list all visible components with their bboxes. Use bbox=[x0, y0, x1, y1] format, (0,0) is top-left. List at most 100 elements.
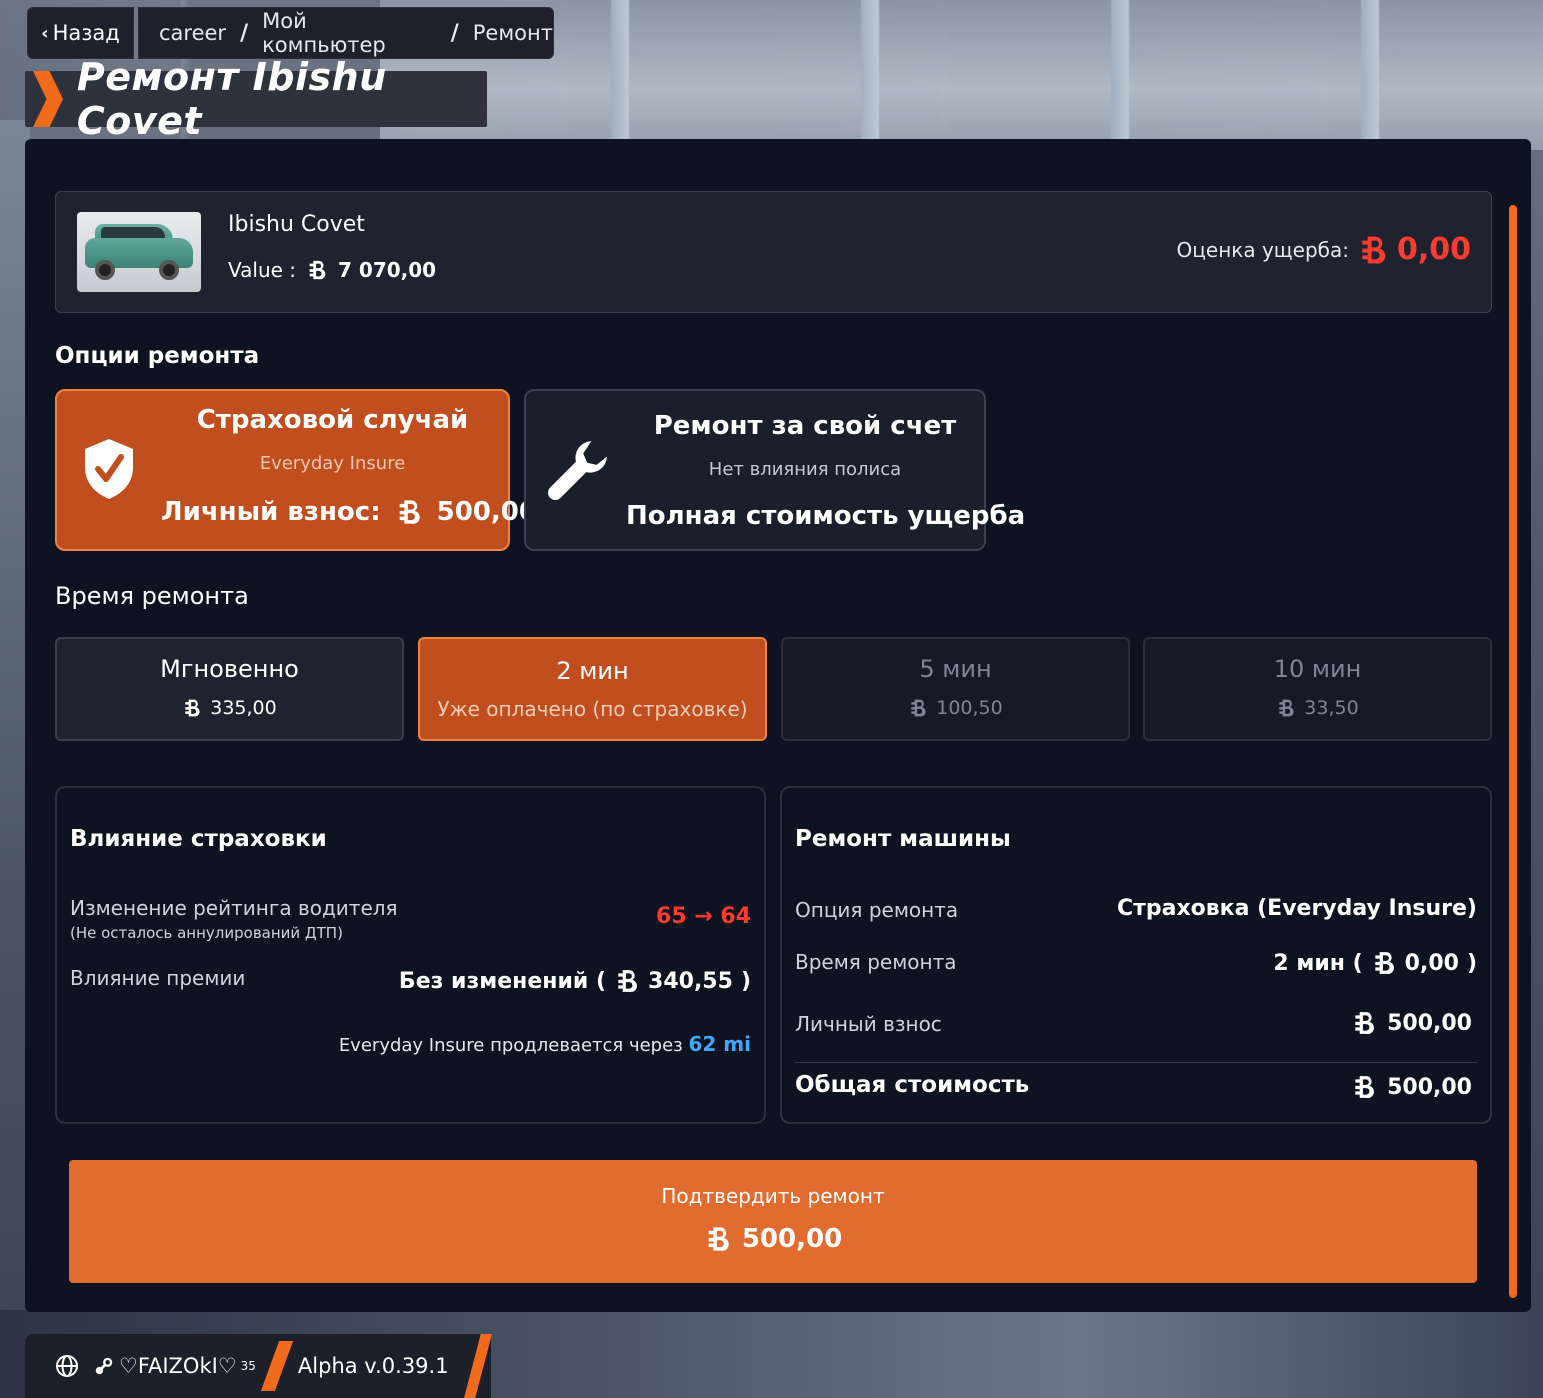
beamcoin-icon bbox=[708, 1227, 729, 1251]
rating-change-note: (Не осталось аннулирований ДТП) bbox=[70, 924, 343, 942]
beamcoin-icon bbox=[911, 699, 926, 717]
confirm-repair-label: Подтвердить ремонт bbox=[661, 1184, 885, 1208]
repair-option-label: Опция ремонта bbox=[795, 898, 959, 922]
option-self-title: Ремонт за свой счет bbox=[653, 411, 957, 441]
game-version: Alpha v.0.39.1 bbox=[297, 1354, 449, 1378]
scrollbar-thumb[interactable] bbox=[1509, 205, 1517, 1298]
beamcoin-icon bbox=[1374, 952, 1394, 975]
premium-impact-label: Влияние премии bbox=[70, 966, 246, 990]
vehicle-value: Value : 7 070,00 bbox=[228, 258, 436, 282]
page-title-bar: Ремонт Ibishu Covet bbox=[25, 55, 487, 143]
insurance-impact-box: Влияние страховки Изменение рейтинга вод… bbox=[55, 786, 766, 1124]
summary-divider bbox=[795, 1062, 1477, 1063]
time-option-10min: 10 мин 33,50 bbox=[1143, 637, 1492, 741]
confirm-repair-button[interactable]: Подтвердить ремонт 500,00 bbox=[69, 1160, 1477, 1283]
beamcoin-icon bbox=[1279, 699, 1294, 717]
damage-value: 0,00 bbox=[1396, 232, 1471, 267]
back-label: Назад bbox=[52, 21, 120, 45]
beamcoin-icon bbox=[1355, 1076, 1375, 1099]
option-insurance-cost-value: 500,00 bbox=[436, 497, 537, 527]
premium-impact-amount: 340,55 bbox=[648, 968, 733, 994]
beamcoin-icon bbox=[1362, 236, 1386, 264]
user-profile[interactable]: ♡FAIZOkI♡ 35 bbox=[93, 1354, 256, 1378]
globe-icon[interactable] bbox=[55, 1354, 79, 1378]
breadcrumb-separator: / bbox=[240, 20, 249, 46]
option-insurance-cost: Личный взнос: 500,00 bbox=[161, 497, 537, 527]
breadcrumb-item-career[interactable]: career bbox=[159, 21, 226, 45]
background-window bbox=[380, 0, 1543, 150]
premium-impact-prefix: Без изменений ( bbox=[398, 968, 607, 994]
time-option-5min: 5 мин 100,50 bbox=[781, 637, 1130, 741]
beamcoin-icon bbox=[1355, 1012, 1375, 1035]
repair-summary-box: Ремонт машины Опция ремонта Страховка (E… bbox=[780, 786, 1492, 1124]
confirm-repair-amount: 500,00 bbox=[69, 1224, 1477, 1254]
repair-time-prefix: 2 мин ( bbox=[1273, 950, 1363, 976]
policy-renewal-distance: 62 mi bbox=[688, 1032, 752, 1056]
option-insurance-cost-label: Личный взнос: bbox=[161, 497, 381, 527]
title-accent-icon bbox=[25, 71, 69, 127]
user-level: 35 bbox=[240, 1359, 256, 1373]
repair-time-value: 2 мин ( 0,00 ) bbox=[1273, 950, 1477, 976]
confirm-repair-amount-value: 500,00 bbox=[741, 1224, 843, 1254]
breadcrumb-separator: / bbox=[450, 20, 459, 46]
time-option-cost: 335,00 bbox=[57, 697, 402, 719]
damage-label: Оценка ущерба: bbox=[1176, 237, 1349, 262]
policy-renewal-text: Everyday Insure продлевается через bbox=[338, 1035, 683, 1056]
steam-icon bbox=[95, 1357, 113, 1375]
breadcrumb: career / Мой компьютер / Ремонт bbox=[138, 7, 554, 59]
repair-options-title: Опции ремонта bbox=[55, 343, 260, 369]
page-title: Ремонт Ibishu Covet bbox=[76, 55, 387, 143]
time-option-cost-value: 100,50 bbox=[936, 697, 1003, 719]
breadcrumb-item-computer[interactable]: Мой компьютер bbox=[262, 9, 437, 57]
username: ♡FAIZOkI♡ bbox=[119, 1354, 237, 1378]
deductible-value: 500,00 bbox=[1351, 1010, 1472, 1036]
option-self-subtitle: Нет влияния полиса bbox=[708, 459, 902, 480]
repair-summary-title: Ремонт машины bbox=[795, 826, 1011, 852]
damage-estimate: Оценка ущерба: 0,00 bbox=[1177, 232, 1471, 267]
beamcoin-icon bbox=[618, 970, 637, 993]
option-self-cost-label: Полная стоимость ущерба bbox=[626, 501, 1026, 531]
back-button[interactable]: ‹ Назад bbox=[27, 7, 134, 59]
repair-time-label: Время ремонта bbox=[795, 950, 957, 974]
option-insurance-title: Страховой случай bbox=[196, 405, 469, 435]
time-option-label: 10 мин bbox=[1273, 655, 1362, 683]
footer-bar: ♡FAIZOkI♡ 35 Alpha v.0.39.1 bbox=[25, 1334, 491, 1398]
beamcoin-icon bbox=[309, 260, 326, 280]
policy-renewal: Everyday Insure продлевается через 62 mi bbox=[339, 1032, 751, 1056]
time-option-note: Уже оплачено (по страховке) bbox=[437, 697, 748, 721]
vehicle-thumbnail bbox=[77, 212, 201, 292]
breadcrumb-item-repair: Ремонт bbox=[472, 21, 553, 45]
deductible-amount: 500,00 bbox=[1387, 1010, 1472, 1036]
shield-check-icon bbox=[85, 439, 133, 499]
time-option-label: Мгновенно bbox=[160, 655, 299, 683]
insurance-impact-title: Влияние страховки bbox=[70, 826, 327, 852]
time-option-cost: 100,50 bbox=[783, 697, 1128, 719]
time-option-cost: 33,50 bbox=[1145, 697, 1490, 719]
repair-option-value: Страховка (Everyday Insure) bbox=[1116, 896, 1477, 921]
footer-divider bbox=[260, 1341, 294, 1391]
rating-change-value: 65 → 64 bbox=[656, 904, 751, 929]
option-insurance[interactable]: Страховой случай Everyday Insure Личный … bbox=[55, 389, 537, 551]
deductible-label: Личный взнос bbox=[795, 1012, 942, 1036]
repair-time-suffix: ) bbox=[1466, 950, 1477, 976]
vehicle-value-label: Value : bbox=[228, 258, 297, 282]
premium-impact-suffix: ) bbox=[740, 968, 751, 994]
time-option-instant[interactable]: Мгновенно 335,00 bbox=[55, 637, 404, 741]
vehicle-value-amount: 7 070,00 bbox=[338, 258, 437, 282]
repair-time-amount: 0,00 bbox=[1404, 950, 1459, 976]
time-option-2min[interactable]: 2 мин Уже оплачено (по страховке) bbox=[418, 637, 767, 741]
time-option-label: 2 мин bbox=[556, 657, 629, 685]
wrench-icon bbox=[548, 441, 607, 500]
vehicle-name: Ibishu Covet bbox=[228, 212, 365, 237]
beamcoin-icon bbox=[399, 500, 420, 524]
rating-change-label: Изменение рейтинга водителя bbox=[70, 896, 398, 920]
time-option-label: 5 мин bbox=[919, 655, 992, 683]
premium-impact-value: Без изменений ( 340,55 ) bbox=[399, 968, 751, 994]
time-option-cost-value: 33,50 bbox=[1304, 697, 1359, 719]
total-cost-label: Общая стоимость bbox=[795, 1072, 1030, 1098]
repair-time-title: Время ремонта bbox=[55, 582, 249, 610]
option-insurance-subtitle: Everyday Insure bbox=[259, 453, 406, 474]
total-cost-value: 500,00 bbox=[1351, 1074, 1472, 1100]
time-option-cost-value: 335,00 bbox=[210, 697, 277, 719]
option-self-pay[interactable]: Ремонт за свой счет Нет влияния полиса П… bbox=[524, 389, 1026, 551]
